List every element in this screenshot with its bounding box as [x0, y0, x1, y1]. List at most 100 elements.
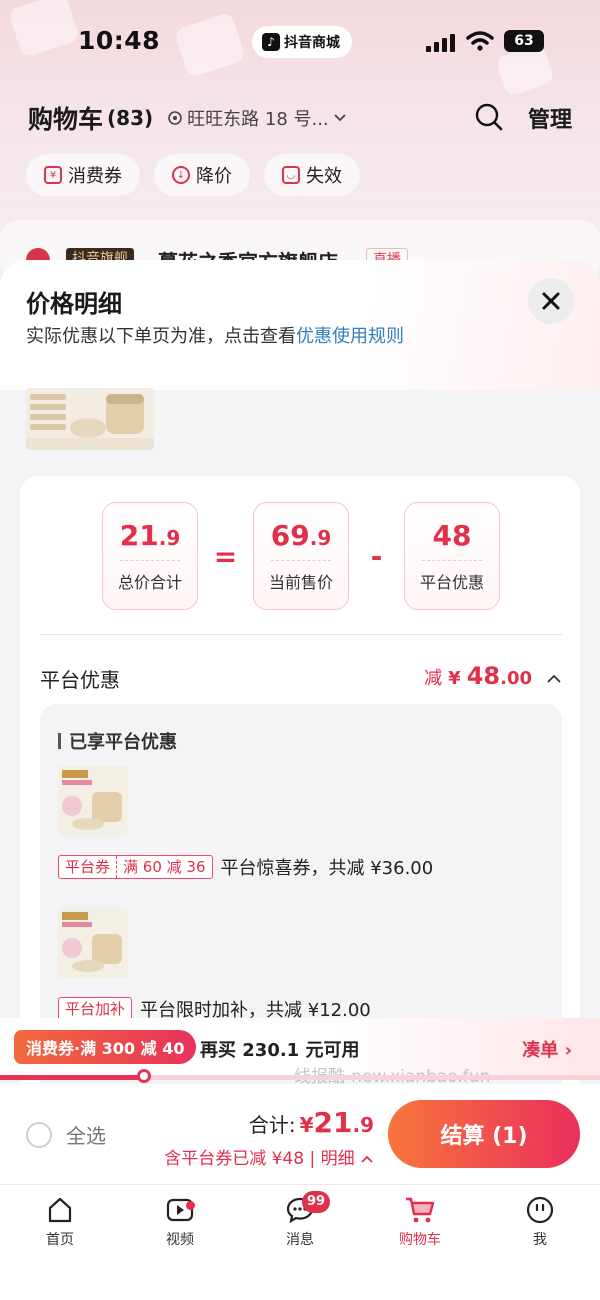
tab-messages[interactable]: 99 消息 — [260, 1191, 340, 1249]
add-on-link[interactable]: 凑单 › — [522, 1036, 572, 1062]
total-price-box: 21.9 总价合计 — [102, 502, 198, 610]
coupon-row: 平台券满 60 减 36 平台惊喜券，共减 ¥36.00 — [58, 854, 433, 880]
promo-coupon-tag: 消费券·满 300 减 40 — [14, 1030, 197, 1064]
promo-progress-dot — [137, 1069, 151, 1083]
tab-home[interactable]: 首页 — [20, 1195, 100, 1249]
filter-chip-coupon[interactable]: ¥ 消费券 — [26, 154, 140, 196]
minus-sign: - — [370, 539, 383, 573]
coupon-tag-detail: 满 60 减 36 — [116, 856, 211, 878]
platform-discount-box: 48 平台优惠 — [404, 502, 500, 610]
tab-profile[interactable]: 我 — [500, 1195, 580, 1249]
sheet-subtitle: 实际优惠以下单页为准，点击查看优惠使用规则 — [26, 322, 404, 348]
amount-dec: .00 — [500, 668, 532, 689]
checkout-button[interactable]: 结算 (1) — [388, 1100, 580, 1168]
promo-strip: 消费券·满 300 减 40 再买 230.1 元可用 线报酷-new.xian… — [0, 1018, 600, 1087]
add-on-label: 凑单 — [522, 1040, 559, 1061]
video-icon — [166, 1198, 194, 1222]
tab-label: 购物车 — [399, 1232, 441, 1248]
rule-link[interactable]: 优惠使用规则 — [296, 326, 404, 347]
close-icon — [542, 292, 560, 310]
promo-text: 再买 230.1 元可用 — [200, 1040, 360, 1061]
yen-sign: ¥ — [448, 668, 461, 689]
profile-icon — [526, 1196, 554, 1224]
chip-label: 失效 — [306, 166, 342, 187]
total-dec: .9 — [352, 1113, 374, 1137]
product-image — [58, 908, 128, 978]
coupon-product-thumbnail — [58, 908, 128, 978]
status-time: 10:48 — [78, 26, 161, 55]
total-int: 21 — [313, 1106, 353, 1139]
promo-progress-track — [0, 1075, 600, 1080]
address-selector[interactable]: 旺旺东路 18 号... — [167, 105, 347, 131]
coupon-tag-type: 平台加补 — [65, 1000, 126, 1018]
inner-title-text: 已享平台优惠 — [69, 732, 177, 753]
cart-count: (83) — [107, 106, 154, 130]
battery-level: 63 — [514, 33, 534, 49]
product-image — [58, 766, 128, 836]
search-icon[interactable] — [474, 102, 504, 132]
tab-video[interactable]: 视频 — [140, 1195, 220, 1249]
battery-icon: 63 — [504, 30, 544, 52]
filter-chips: ¥ 消费券 ↓ 降价 ◡ 失效 — [26, 154, 360, 196]
total-label: 合计: — [248, 1113, 296, 1137]
tab-label: 视频 — [166, 1232, 194, 1248]
applied-discounts-title: 已享平台优惠 — [58, 728, 177, 754]
filter-chip-price-drop[interactable]: ↓ 降价 — [154, 154, 250, 196]
home-icon — [48, 1197, 72, 1223]
douyin-logo-icon: ♪ — [262, 33, 280, 51]
select-all[interactable]: 全选 — [26, 1120, 106, 1149]
tab-label: 首页 — [46, 1232, 74, 1248]
cart-icon — [406, 1197, 435, 1223]
platform-discount-amount[interactable]: 减 ¥ 48 .00 — [424, 662, 562, 690]
tab-bar: 首页 视频 99 消息 购物车 我 — [0, 1184, 600, 1300]
chevron-up-icon — [547, 674, 561, 683]
current-label: 当前售价 — [268, 573, 333, 592]
coupon-tag-type: 平台券 — [65, 858, 111, 876]
discount-detail-toggle[interactable]: 含平台券已减 ¥48 | 明细 — [164, 1144, 374, 1169]
current-dec: .9 — [309, 526, 332, 550]
platform-discount-title: 平台优惠 — [40, 668, 120, 692]
unread-dot — [186, 1201, 195, 1210]
current-price-box: 69.9 当前售价 — [253, 502, 349, 610]
tab-cart[interactable]: 购物车 — [380, 1195, 460, 1249]
current-int: 69 — [270, 519, 310, 552]
chevron-down-icon — [334, 114, 346, 122]
signal-icon — [426, 34, 455, 52]
chevron-right-icon: › — [564, 1040, 572, 1061]
coupon-text: 平台惊喜券，共减 ¥36.00 — [220, 858, 434, 879]
tab-label: 我 — [533, 1232, 547, 1248]
location-icon — [168, 111, 182, 125]
message-badge: 99 — [302, 1191, 331, 1213]
wifi-icon — [466, 31, 494, 51]
price-formula: 21.9 总价合计 = 69.9 当前售价 - 48 平台优惠 — [102, 502, 500, 610]
product-thumbnail — [26, 388, 154, 450]
invalid-icon: ◡ — [282, 166, 300, 184]
product-image — [26, 388, 154, 450]
price-drop-icon: ↓ — [172, 166, 190, 184]
total-line: 合计: ¥ 21 .9 — [249, 1106, 374, 1139]
app-pill[interactable]: ♪ 抖音商城 — [252, 26, 352, 58]
manage-button[interactable]: 管理 — [528, 102, 572, 134]
close-button[interactable] — [528, 278, 574, 324]
status-bar: 10:48 ♪ 抖音商城 63 — [0, 22, 600, 62]
subtitle-text: 实际优惠以下单页为准，点击查看 — [26, 326, 296, 347]
equals-sign: = — [213, 539, 238, 573]
select-all-radio[interactable] — [26, 1121, 52, 1148]
cart-header: 购物车 (83) 旺旺东路 18 号... 管理 — [28, 98, 576, 138]
page-title: 购物车 — [28, 105, 104, 134]
coupon-product-thumbnail — [58, 766, 128, 836]
app-pill-label: 抖音商城 — [284, 35, 340, 51]
amount-int: 48 — [466, 662, 501, 690]
total-label: 总价合计 — [117, 573, 182, 592]
select-all-label: 全选 — [66, 1124, 106, 1148]
discount-note: 含平台券已减 ¥48 | 明细 — [164, 1149, 355, 1169]
chevron-up-icon — [361, 1155, 373, 1163]
filter-chip-invalid[interactable]: ◡ 失效 — [264, 154, 360, 196]
chip-label: 降价 — [196, 166, 232, 187]
chip-label: 消费券 — [68, 166, 122, 187]
sheet-title: 价格明细 — [26, 290, 122, 318]
checkout-bar: 全选 合计: ¥ 21 .9 含平台券已减 ¥48 | 明细 结算 (1) — [0, 1084, 600, 1184]
tab-label: 消息 — [286, 1232, 314, 1248]
yen-sign: ¥ — [299, 1113, 314, 1137]
background-cart-page: 10:48 ♪ 抖音商城 63 购物车 (83) 旺旺东路 18 号... 管理… — [0, 0, 600, 300]
